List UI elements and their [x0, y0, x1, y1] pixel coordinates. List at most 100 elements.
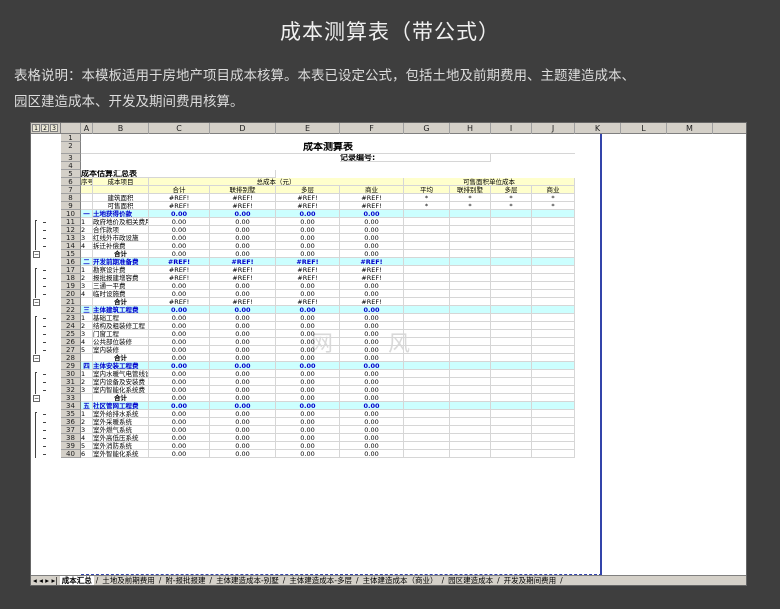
row-header-27[interactable]: 27 — [61, 346, 81, 354]
item-value-cell[interactable]: 0.00 — [340, 346, 404, 354]
item-value-cell[interactable]: 0.00 — [340, 410, 404, 418]
row-header-24[interactable]: 24 — [61, 322, 81, 330]
item-value-cell[interactable]: 0.00 — [149, 322, 210, 330]
section-empty-cell[interactable] — [450, 306, 491, 314]
empty-cell[interactable] — [210, 134, 276, 142]
section-empty-cell[interactable] — [491, 306, 532, 314]
total-value-cell[interactable]: 0.00 — [340, 354, 404, 362]
item-empty-cell[interactable] — [532, 242, 575, 250]
item-empty-cell[interactable] — [404, 226, 450, 234]
item-value-cell[interactable]: 0.00 — [340, 282, 404, 290]
item-empty-cell[interactable] — [532, 314, 575, 322]
item-value-cell[interactable]: 0.00 — [276, 242, 340, 250]
section-value-cell[interactable]: 0.00 — [149, 362, 210, 370]
item-name-cell[interactable]: 报批报建增容费 — [93, 274, 149, 282]
outline-level-1-button[interactable]: 1 — [32, 124, 40, 132]
item-empty-cell[interactable] — [404, 426, 450, 434]
item-empty-cell[interactable] — [491, 378, 532, 386]
section-empty-cell[interactable] — [404, 402, 450, 410]
item-value-cell[interactable]: 0.00 — [340, 338, 404, 346]
item-empty-cell[interactable] — [404, 282, 450, 290]
total-value-cell[interactable]: 0.00 — [340, 250, 404, 258]
item-value-cell[interactable]: #REF! — [276, 266, 340, 274]
total-blank-cell[interactable] — [81, 298, 93, 306]
column-header-I[interactable]: I — [491, 123, 532, 134]
item-empty-cell[interactable] — [404, 418, 450, 426]
column-header-D[interactable]: D — [210, 123, 276, 134]
empty-cell[interactable] — [532, 162, 575, 170]
total-value-cell[interactable]: 0.00 — [340, 394, 404, 402]
empty-cell[interactable] — [404, 162, 450, 170]
item-value-cell[interactable]: 0.00 — [210, 338, 276, 346]
area-seq-cell[interactable] — [81, 202, 93, 210]
item-empty-cell[interactable] — [491, 450, 532, 458]
section-value-cell[interactable]: 0.00 — [210, 402, 276, 410]
subheader-cell[interactable]: 联排别墅 — [210, 186, 276, 194]
item-empty-cell[interactable] — [404, 370, 450, 378]
section-empty-cell[interactable] — [491, 258, 532, 266]
item-empty-cell[interactable] — [450, 218, 491, 226]
subheader-cell[interactable]: 合计 — [149, 186, 210, 194]
section-number-cell[interactable]: 二 — [81, 258, 93, 266]
section-empty-cell[interactable] — [532, 362, 575, 370]
column-header-G[interactable]: G — [404, 123, 450, 134]
item-empty-cell[interactable] — [532, 434, 575, 442]
item-value-cell[interactable]: 0.00 — [340, 330, 404, 338]
item-number-cell[interactable]: 3 — [81, 330, 93, 338]
item-empty-cell[interactable] — [450, 410, 491, 418]
total-label-cell[interactable]: 合计 — [93, 394, 149, 402]
row-header-13[interactable]: 13 — [61, 234, 81, 242]
section-value-cell[interactable]: 0.00 — [210, 306, 276, 314]
item-value-cell[interactable]: 0.00 — [276, 314, 340, 322]
item-value-cell[interactable]: 0.00 — [276, 418, 340, 426]
item-empty-cell[interactable] — [404, 338, 450, 346]
area-value-cell[interactable]: #REF! — [276, 202, 340, 210]
tab-1[interactable]: 成本汇总 — [59, 576, 94, 585]
tab-5[interactable]: 主体建造成本-多层 — [287, 576, 354, 585]
subheader-cell[interactable]: 联排别墅 — [450, 186, 491, 194]
area-value-cell[interactable]: #REF! — [149, 194, 210, 202]
area-value-cell[interactable]: * — [450, 194, 491, 202]
section-value-cell[interactable]: 0.00 — [340, 402, 404, 410]
section-value-cell[interactable]: 0.00 — [149, 306, 210, 314]
total-empty-cell[interactable] — [532, 298, 575, 306]
collapse-group-button[interactable]: − — [33, 355, 40, 362]
row-header-19[interactable]: 19 — [61, 282, 81, 290]
area-value-cell[interactable]: * — [491, 202, 532, 210]
item-name-cell[interactable]: 政府地价及相关费用 — [93, 218, 149, 226]
item-empty-cell[interactable] — [450, 370, 491, 378]
area-value-cell[interactable]: #REF! — [149, 202, 210, 210]
section-value-cell[interactable]: 0.00 — [210, 362, 276, 370]
area-value-cell[interactable]: * — [491, 194, 532, 202]
item-value-cell[interactable]: #REF! — [149, 266, 210, 274]
item-value-cell[interactable]: 0.00 — [210, 442, 276, 450]
subheader-cell[interactable]: 多层 — [276, 186, 340, 194]
total-empty-cell[interactable] — [532, 354, 575, 362]
record-number-label[interactable]: 记录编号: — [340, 154, 491, 162]
item-number-cell[interactable]: 5 — [81, 346, 93, 354]
item-value-cell[interactable]: 0.00 — [276, 322, 340, 330]
item-empty-cell[interactable] — [404, 410, 450, 418]
subheader-cell[interactable]: 商业 — [340, 186, 404, 194]
row-header-39[interactable]: 39 — [61, 442, 81, 450]
item-empty-cell[interactable] — [532, 274, 575, 282]
total-value-cell[interactable]: #REF! — [149, 298, 210, 306]
item-name-cell[interactable]: 临时设施费 — [93, 290, 149, 298]
area-label-cell[interactable]: 建筑面积 — [93, 194, 149, 202]
empty-cell[interactable] — [149, 134, 210, 142]
tab-2[interactable]: 土地及前期费用 — [100, 576, 157, 585]
item-empty-cell[interactable] — [450, 234, 491, 242]
item-number-cell[interactable]: 1 — [81, 410, 93, 418]
row-header-18[interactable]: 18 — [61, 274, 81, 282]
tab-7[interactable]: 园区建造成本 — [446, 576, 495, 585]
section-empty-cell[interactable] — [404, 362, 450, 370]
item-name-cell[interactable]: 室内智能化系统费 — [93, 386, 149, 394]
item-name-cell[interactable]: 基础工程 — [93, 314, 149, 322]
item-empty-cell[interactable] — [532, 426, 575, 434]
row-header-2[interactable]: 2 — [61, 142, 81, 154]
section-name-cell[interactable]: 主体安装工程费 — [93, 362, 149, 370]
column-header-J[interactable]: J — [532, 123, 575, 134]
item-empty-cell[interactable] — [450, 266, 491, 274]
item-header-cont[interactable] — [93, 186, 149, 194]
item-value-cell[interactable]: 0.00 — [276, 410, 340, 418]
